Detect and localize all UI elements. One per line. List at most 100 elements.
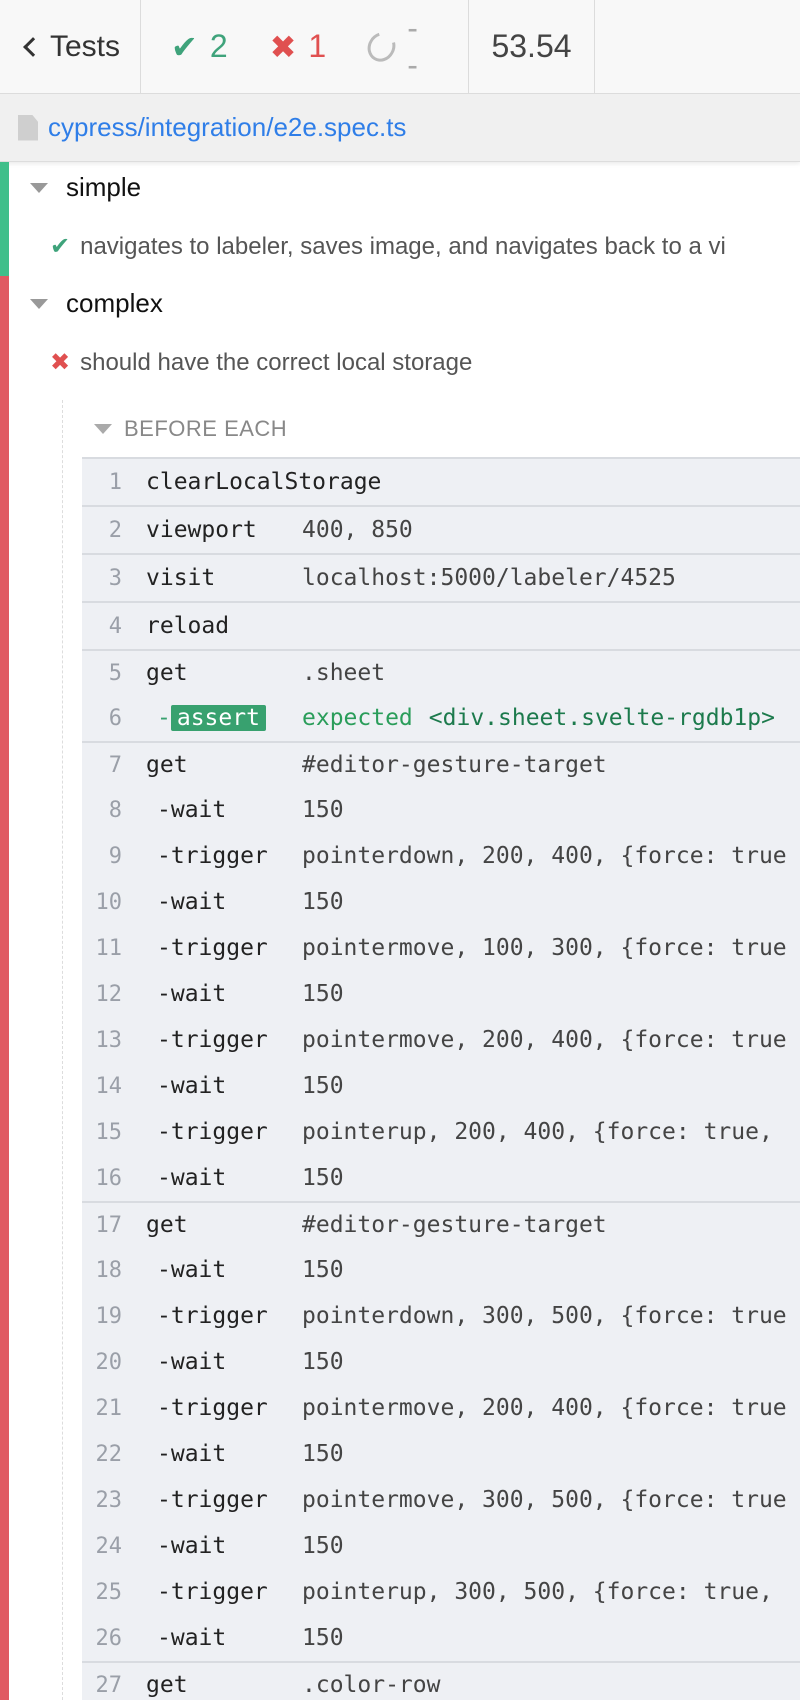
command-name: -wait <box>157 1533 227 1559</box>
passed-count: 2 <box>209 28 228 64</box>
suite-complex[interactable]: complex <box>30 288 163 319</box>
command-number: 18 <box>95 1257 123 1283</box>
command-name: get <box>146 1672 188 1698</box>
command-number: 7 <box>108 752 122 778</box>
command-row[interactable]: 24 -wait 150 <box>82 1523 800 1569</box>
command-name: -trigger <box>157 1487 268 1513</box>
command-row[interactable]: 14 -wait 150 <box>82 1063 800 1109</box>
spec-path-bar: cypress/integration/e2e.spec.ts <box>0 94 800 162</box>
command-number: 8 <box>108 797 122 823</box>
command-name: clearLocalStorage <box>146 469 382 495</box>
assert-row[interactable]: 6 - assert expected <div.sheet.svelte-rgd… <box>82 695 800 741</box>
command-number: 26 <box>95 1625 123 1651</box>
command-name: -trigger <box>157 1303 268 1329</box>
passed-state-bar <box>0 162 9 276</box>
command-number: 25 <box>95 1579 123 1605</box>
command-row[interactable]: 22 -wait 150 <box>82 1431 800 1477</box>
command-message: 150 <box>302 1349 344 1375</box>
command-name: -wait <box>157 1073 227 1099</box>
cross-icon: ✖ <box>50 349 71 376</box>
command-message: pointerdown, 300, 500, {force: true <box>302 1303 787 1329</box>
command-row[interactable]: 16 -wait 150 <box>82 1155 800 1201</box>
command-row[interactable]: 18 -wait 150 <box>82 1247 800 1293</box>
command-row[interactable]: 7 get #editor-gesture-target <box>82 741 800 787</box>
command-number: 10 <box>95 889 123 915</box>
command-row[interactable]: 19 -trigger pointerdown, 300, 500, {forc… <box>82 1293 800 1339</box>
duration: 53.54 <box>469 0 595 93</box>
hook-before-each[interactable]: BEFORE EACH <box>94 416 287 442</box>
command-row[interactable]: 27 get .color-row <box>82 1661 800 1700</box>
command-name: visit <box>146 565 216 591</box>
command-number: 22 <box>95 1441 123 1467</box>
command-name: -wait <box>157 1257 227 1283</box>
command-name: -trigger <box>157 1579 268 1605</box>
command-message: 150 <box>302 889 344 915</box>
back-to-tests-button[interactable]: Tests <box>0 0 141 93</box>
command-row[interactable]: 11 -trigger pointermove, 100, 300, {forc… <box>82 925 800 971</box>
command-message: pointerdown, 200, 400, {force: true <box>302 843 787 869</box>
command-row[interactable]: 25 -trigger pointerup, 300, 500, {force:… <box>82 1569 800 1615</box>
command-message: 150 <box>302 1625 344 1651</box>
command-message: #editor-gesture-target <box>302 752 607 778</box>
command-row[interactable]: 17 get #editor-gesture-target <box>82 1201 800 1247</box>
command-message: 150 <box>302 1257 344 1283</box>
command-row[interactable]: 9 -trigger pointerdown, 200, 400, {force… <box>82 833 800 879</box>
check-icon: ✔ <box>171 28 198 65</box>
assert-value: <div.sheet.svelte-rgdb1p> <box>428 705 775 731</box>
command-message: .color-row <box>302 1672 441 1698</box>
suite-simple[interactable]: simple <box>30 172 141 203</box>
command-name: reload <box>146 613 230 639</box>
back-label: Tests <box>50 29 121 63</box>
command-message: 150 <box>302 1533 344 1559</box>
command-row[interactable]: 26 -wait 150 <box>82 1615 800 1661</box>
command-row[interactable]: 2 viewport 400, 850 <box>82 505 800 553</box>
command-message: 150 <box>302 1165 344 1191</box>
test-title: should have the correct local storage <box>80 348 473 376</box>
check-icon: ✔ <box>50 233 71 260</box>
command-row[interactable]: 5 get .sheet <box>82 649 800 695</box>
command-number: 2 <box>108 517 122 543</box>
command-row[interactable]: 3 visit localhost:5000/labeler/4525 <box>82 553 800 601</box>
command-message: pointermove, 100, 300, {force: true <box>302 935 787 961</box>
command-row[interactable]: 13 -trigger pointermove, 200, 400, {forc… <box>82 1017 800 1063</box>
command-row[interactable]: 1 clearLocalStorage <box>82 457 800 505</box>
cross-icon: ✖ <box>269 28 297 65</box>
command-row[interactable]: 20 -wait 150 <box>82 1339 800 1385</box>
command-row[interactable]: 12 -wait 150 <box>82 971 800 1017</box>
command-row[interactable]: 8 -wait 150 <box>82 787 800 833</box>
pending-stat: -- <box>362 10 426 84</box>
hook-guide-line <box>62 400 63 1700</box>
command-number: 4 <box>108 613 122 639</box>
test-item-passed[interactable]: ✔ navigates to labeler, saves image, and… <box>50 232 726 261</box>
command-message: 150 <box>302 797 344 823</box>
test-item-failed[interactable]: ✖ should have the correct local storage <box>50 348 472 377</box>
command-name: get <box>146 752 188 778</box>
command-row[interactable]: 21 -trigger pointermove, 200, 400, {forc… <box>82 1385 800 1431</box>
command-message: pointermove, 300, 500, {force: true <box>302 1487 787 1513</box>
command-message: pointermove, 200, 400, {force: true <box>302 1027 787 1053</box>
spec-path-link[interactable]: cypress/integration/e2e.spec.ts <box>48 112 406 143</box>
command-number: 11 <box>95 935 123 961</box>
command-list: 1 clearLocalStorage 2 viewport 400, 850 … <box>82 457 800 1700</box>
command-message: .sheet <box>302 660 386 686</box>
command-name: -wait <box>157 889 227 915</box>
failed-stat: ✖ 1 <box>270 28 327 66</box>
command-number: 24 <box>95 1533 123 1559</box>
command-name: get <box>146 1212 188 1238</box>
command-row[interactable]: 15 -trigger pointerup, 200, 400, {force:… <box>82 1109 800 1155</box>
command-number: 20 <box>95 1349 123 1375</box>
command-message: pointerup, 300, 500, {force: true, <box>302 1579 773 1605</box>
command-name: -wait <box>157 1625 227 1651</box>
command-message: 150 <box>302 1073 344 1099</box>
command-message: pointermove, 200, 400, {force: true <box>302 1395 787 1421</box>
command-row[interactable]: 23 -trigger pointermove, 300, 500, {forc… <box>82 1477 800 1523</box>
command-row[interactable]: 10 -wait 150 <box>82 879 800 925</box>
chevron-left-icon <box>23 36 43 57</box>
command-row[interactable]: 4 reload <box>82 601 800 649</box>
passed-stat: ✔ 2 <box>171 28 228 66</box>
command-name: -wait <box>157 1349 227 1375</box>
command-name: -trigger <box>157 1395 268 1421</box>
command-name: viewport <box>146 517 257 543</box>
command-message: 150 <box>302 981 344 1007</box>
child-dash: - <box>157 705 171 731</box>
